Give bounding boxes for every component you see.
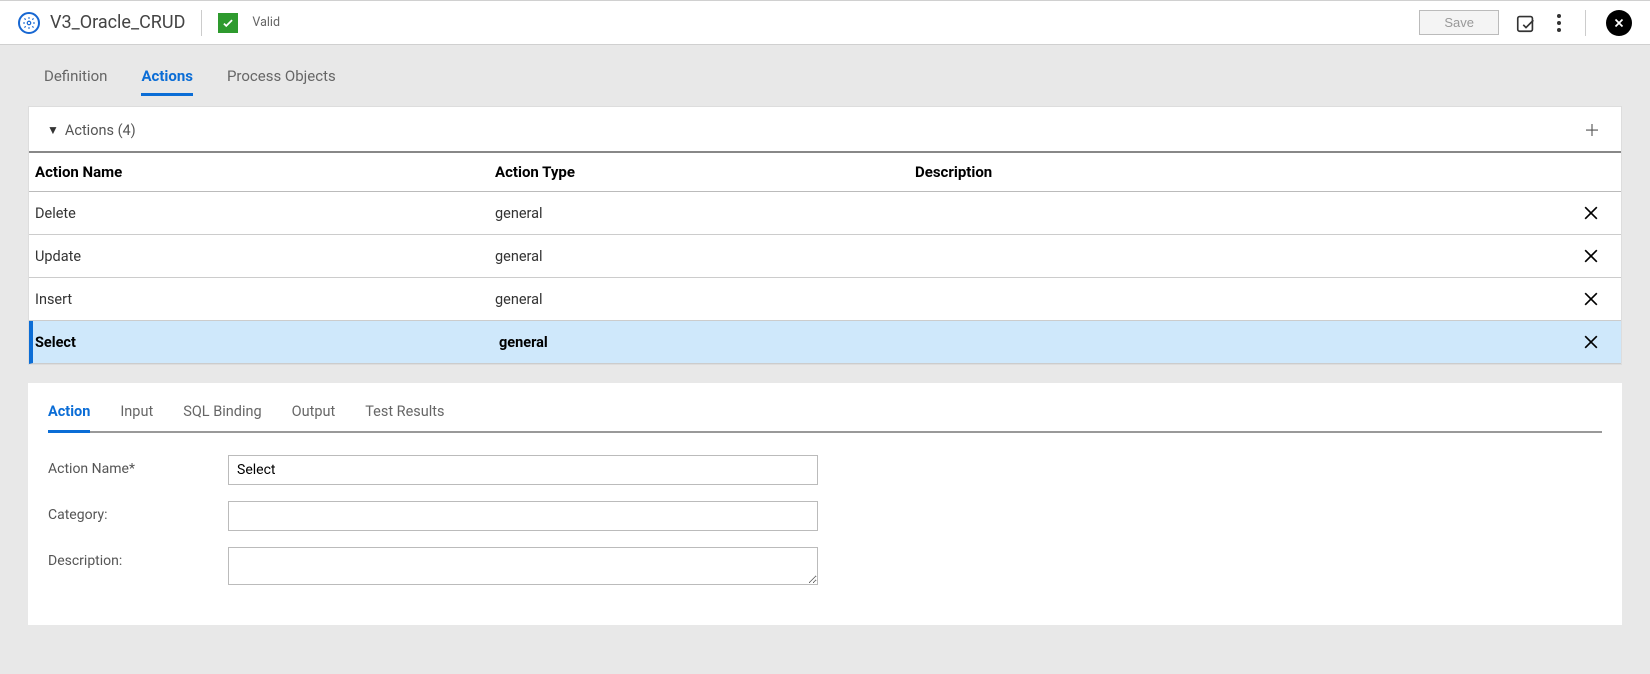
action-row-name: Update [29, 238, 489, 275]
col-header-desc: Description [909, 153, 1561, 191]
close-icon[interactable] [1606, 10, 1632, 36]
action-row-name: Delete [29, 195, 489, 232]
delete-row-icon[interactable] [1580, 202, 1602, 224]
valid-label: Valid [252, 15, 280, 30]
category-input[interactable] [228, 501, 818, 531]
detail-tab-input[interactable]: Input [120, 397, 153, 431]
detail-tab-sql-binding[interactable]: SQL Binding [183, 397, 261, 431]
top-tab-definition[interactable]: Definition [44, 67, 107, 96]
action-row-type: general [489, 238, 909, 275]
action-row[interactable]: Deletegeneral [29, 192, 1621, 235]
col-header-name: Action Name [29, 153, 489, 191]
col-header-type: Action Type [489, 153, 909, 191]
detail-tab-output[interactable]: Output [292, 397, 336, 431]
actions-table-header: Action Name Action Type Description [29, 151, 1621, 192]
actions-section-header[interactable]: ▼ Actions (4) [29, 107, 1621, 151]
top-tab-process-objects[interactable]: Process Objects [227, 67, 336, 96]
detail-tab-action[interactable]: Action [48, 397, 90, 433]
top-tabs: Definition Actions Process Objects [0, 45, 1650, 96]
action-row-type: general [489, 281, 909, 318]
separator [1585, 10, 1586, 36]
action-row-desc [913, 332, 1561, 352]
valid-check-icon [218, 13, 238, 33]
chevron-down-icon: ▼ [47, 123, 59, 137]
actions-section-title: Actions (4) [65, 122, 136, 139]
description-label: Description: [48, 547, 228, 569]
action-row-type: general [489, 195, 909, 232]
delete-row-icon[interactable] [1580, 331, 1602, 353]
detail-tabs: Action Input SQL Binding Output Test Results [48, 397, 1602, 433]
action-row-name: Select [33, 324, 493, 361]
action-row[interactable]: Updategeneral [29, 235, 1621, 278]
action-row-name: Insert [29, 281, 489, 318]
action-name-label: Action Name* [48, 455, 228, 477]
workspace: Definition Actions Process Objects ▼ Actio… [0, 45, 1650, 645]
separator [201, 10, 202, 36]
action-row-desc [909, 289, 1561, 309]
delete-row-icon[interactable] [1580, 288, 1602, 310]
delete-row-icon[interactable] [1580, 245, 1602, 267]
action-row-desc [909, 203, 1561, 223]
gear-icon [18, 12, 40, 34]
top-tab-actions[interactable]: Actions [141, 67, 193, 96]
action-row-type: general [493, 324, 913, 361]
add-action-icon[interactable] [1581, 119, 1603, 141]
description-input[interactable] [228, 547, 818, 585]
toolbar: V3_Oracle_CRUD Valid Save [0, 0, 1650, 45]
action-row[interactable]: Insertgeneral [29, 278, 1621, 321]
action-detail-panel: Action Input SQL Binding Output Test Results… [28, 383, 1622, 625]
action-name-input[interactable] [228, 455, 818, 485]
page-title: V3_Oracle_CRUD [50, 12, 185, 33]
more-menu-icon[interactable] [1553, 10, 1565, 36]
validate-icon[interactable] [1513, 10, 1539, 36]
action-row[interactable]: Selectgeneral [29, 321, 1621, 364]
category-label: Category: [48, 501, 228, 523]
save-button[interactable]: Save [1419, 10, 1499, 35]
actions-panel: ▼ Actions (4) Action Name Action Type De… [28, 106, 1622, 365]
action-row-desc [909, 246, 1561, 266]
detail-tab-test-results[interactable]: Test Results [365, 397, 444, 431]
